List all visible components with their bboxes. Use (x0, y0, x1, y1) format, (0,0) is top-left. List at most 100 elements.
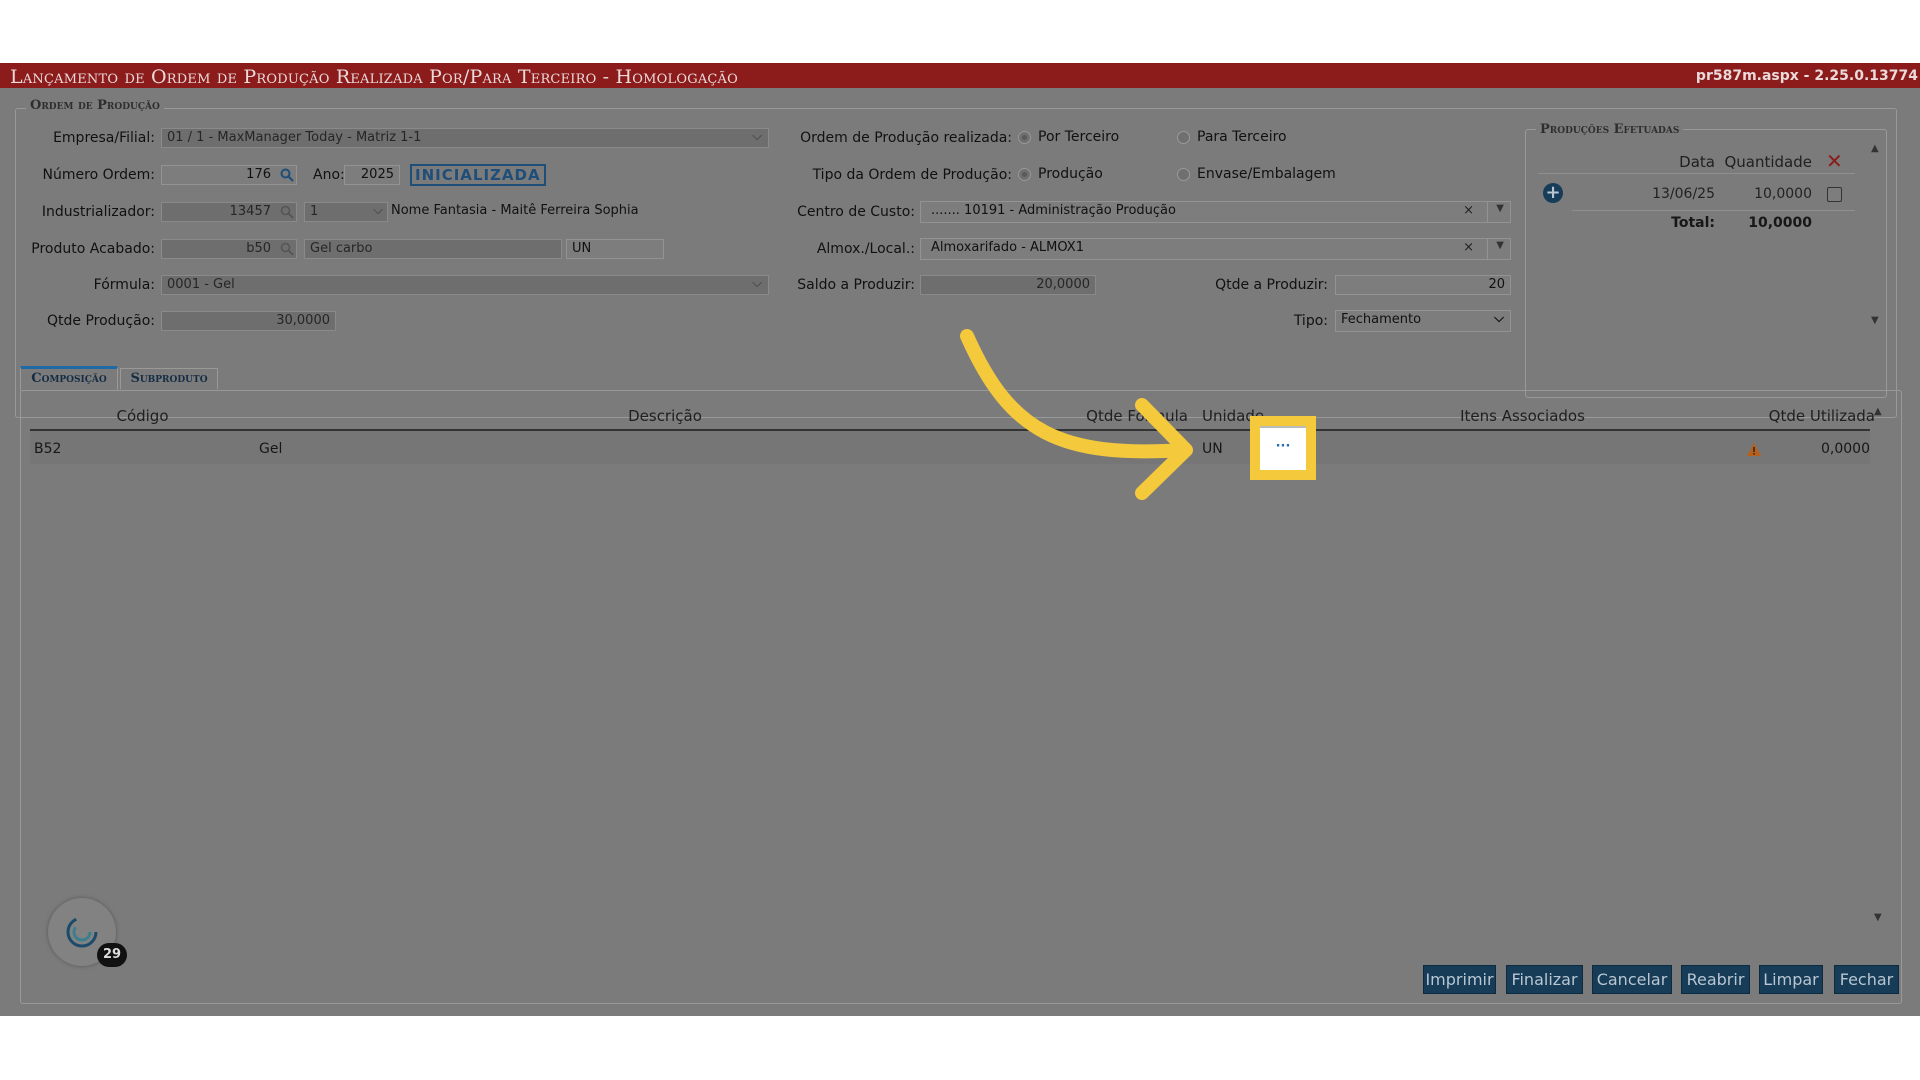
producao-row-date: 13/06/25 (1652, 186, 1715, 202)
scroll-up-icon[interactable]: ▲ (1871, 143, 1879, 154)
produto-desc-field: Gel carbo (304, 239, 562, 259)
centro-value: ....... 10191 - Administração Produção (931, 203, 1176, 218)
industrializador-seq-select[interactable]: 1 ⌵ (304, 202, 388, 222)
formula-label: Fórmula: (93, 277, 155, 293)
imprimir-button[interactable]: Imprimir (1423, 965, 1496, 994)
radio-producao-label: Produção (1038, 166, 1103, 182)
saldo-label: Saldo a Produzir: (797, 277, 915, 293)
radio-envase-label: Envase/Embalagem (1197, 166, 1336, 182)
produto-desc: Gel carbo (310, 241, 373, 256)
notification-count-badge: 29 (97, 943, 127, 967)
produto-unit: UN (572, 241, 592, 256)
warning-icon (1747, 443, 1761, 456)
col-descricao-header: Descrição (628, 407, 702, 425)
industrializador-code: 13457 (229, 204, 271, 219)
centro-label: Centro de Custo: (797, 204, 915, 220)
tab-composicao[interactable]: Composição (20, 366, 118, 391)
chevron-down-icon: ⌵ (1494, 311, 1504, 326)
radio-para-terceiro[interactable] (1177, 131, 1190, 144)
qtde-produzir-value: 20 (1488, 277, 1505, 292)
itens-associados-button[interactable]: ··· (1260, 426, 1306, 470)
col-quantidade-header: Quantidade (1724, 153, 1812, 171)
empresa-label: Empresa/Filial: (53, 130, 155, 146)
search-icon[interactable] (280, 242, 294, 256)
empresa-select[interactable]: 01 / 1 - MaxManager Today - Matriz 1-1 ⌵ (161, 128, 769, 148)
numero-value: 176 (246, 167, 271, 182)
title-bar: Lançamento de Ordem de Produção Realizad… (0, 63, 1920, 88)
industrializador-code-input[interactable]: 13457 (161, 202, 297, 222)
ano-input[interactable]: 2025 (344, 165, 400, 185)
qtde-producao-field: 30,0000 (161, 311, 336, 331)
triangle-down-icon[interactable]: ▼ (1496, 203, 1504, 214)
tab-subproduto[interactable]: Subproduto (120, 368, 218, 389)
composicao-panel (20, 390, 1902, 1004)
qtde-producao-value: 30,0000 (276, 313, 330, 328)
total-value: 10,0000 (1748, 215, 1812, 231)
clear-icon[interactable]: × (1463, 203, 1474, 218)
ano-value: 2025 (360, 167, 394, 182)
numero-label: Número Ordem: (42, 167, 155, 183)
almox-select[interactable]: Almoxarifado - ALMOX1 × ▼ (920, 238, 1511, 260)
scroll-down-icon[interactable]: ▼ (1871, 315, 1879, 326)
search-icon[interactable] (280, 205, 294, 219)
radio-producao[interactable] (1018, 168, 1031, 181)
grid-scroll-down-icon[interactable]: ▼ (1874, 912, 1882, 923)
status-badge: INICIALIZADA (410, 164, 546, 186)
radio-por-terceiro-label: Por Terceiro (1038, 129, 1120, 145)
chevron-down-icon: ⌵ (373, 203, 383, 218)
tipo-select[interactable]: Fechamento ⌵ (1335, 310, 1511, 332)
qtde-produzir-label: Qtde a Produzir: (1215, 277, 1328, 293)
clear-icon[interactable]: × (1463, 240, 1474, 255)
delete-icon[interactable]: ✕ (1826, 149, 1843, 173)
table-row[interactable] (30, 431, 1870, 464)
finalizar-button[interactable]: Finalizar (1506, 965, 1583, 994)
ano-label: Ano: (313, 167, 345, 183)
produto-code: b50 (246, 241, 271, 256)
qtde-produzir-input[interactable]: 20 (1335, 275, 1511, 295)
row-unidade: UN (1202, 441, 1223, 457)
saldo-value: 20,0000 (1036, 277, 1090, 292)
radio-envase[interactable] (1177, 168, 1190, 181)
realizada-label: Ordem de Produção realizada: (800, 130, 1012, 146)
almox-label: Almox./Local.: (816, 241, 915, 257)
ellipsis-icon: ··· (1275, 439, 1291, 454)
qtde-producao-label: Qtde Produção: (47, 313, 155, 329)
col-data-header: Data (1679, 153, 1715, 171)
radio-por-terceiro[interactable] (1018, 131, 1031, 144)
numero-input[interactable]: 176 (161, 165, 297, 185)
grid-scroll-up-icon[interactable]: ▲ (1874, 406, 1882, 417)
triangle-down-icon[interactable]: ▼ (1496, 240, 1504, 251)
col-qtde-formula-header: Qtde Fórmula (1086, 407, 1188, 425)
reabrir-button[interactable]: Reabrir (1681, 965, 1750, 994)
row-qtde-utilizada: 0,0000 (1821, 441, 1870, 457)
producao-row-checkbox[interactable] (1827, 187, 1842, 202)
produto-label: Produto Acabado: (31, 241, 155, 257)
produto-code-input[interactable]: b50 (161, 239, 297, 259)
col-itens-associados-header: Itens Associados (1460, 407, 1585, 425)
tipo-ordem-label: Tipo da Ordem de Produção: (812, 167, 1012, 183)
almox-value: Almoxarifado - ALMOX1 (931, 240, 1084, 255)
tipo-value: Fechamento (1341, 312, 1422, 327)
ordem-legend: Ordem de Produção (26, 98, 164, 113)
cancelar-button[interactable]: Cancelar (1592, 965, 1672, 994)
industrializador-name: Nome Fantasia - Maitê Ferreira Sophia (391, 203, 639, 218)
add-production-icon[interactable]: + (1543, 183, 1563, 203)
formula-select[interactable]: 0001 - Gel ⌵ (161, 275, 769, 295)
saldo-field: 20,0000 (920, 275, 1096, 295)
app-window: Lançamento de Ordem de Produção Realizad… (0, 63, 1920, 1016)
industrializador-label: Industrializador: (41, 204, 155, 220)
search-icon[interactable] (280, 168, 294, 182)
radio-para-terceiro-label: Para Terceiro (1197, 129, 1287, 145)
centro-custo-select[interactable]: ....... 10191 - Administração Produção ×… (920, 201, 1511, 223)
window-title: Lançamento de Ordem de Produção Realizad… (10, 66, 738, 88)
produto-unit-field: UN (566, 239, 664, 259)
row-descricao: Gel (259, 441, 283, 457)
formula-value: 0001 - Gel (167, 277, 235, 292)
producoes-legend: Produções Efetuadas (1536, 122, 1684, 137)
industrializador-name-field: Nome Fantasia - Maitê Ferreira Sophia (386, 202, 658, 222)
spiral-logo-icon (66, 916, 98, 948)
limpar-button[interactable]: Limpar (1759, 965, 1823, 994)
empresa-value: 01 / 1 - MaxManager Today - Matriz 1-1 (167, 130, 422, 145)
row-codigo: B52 (34, 441, 62, 457)
fechar-button[interactable]: Fechar (1834, 965, 1899, 994)
